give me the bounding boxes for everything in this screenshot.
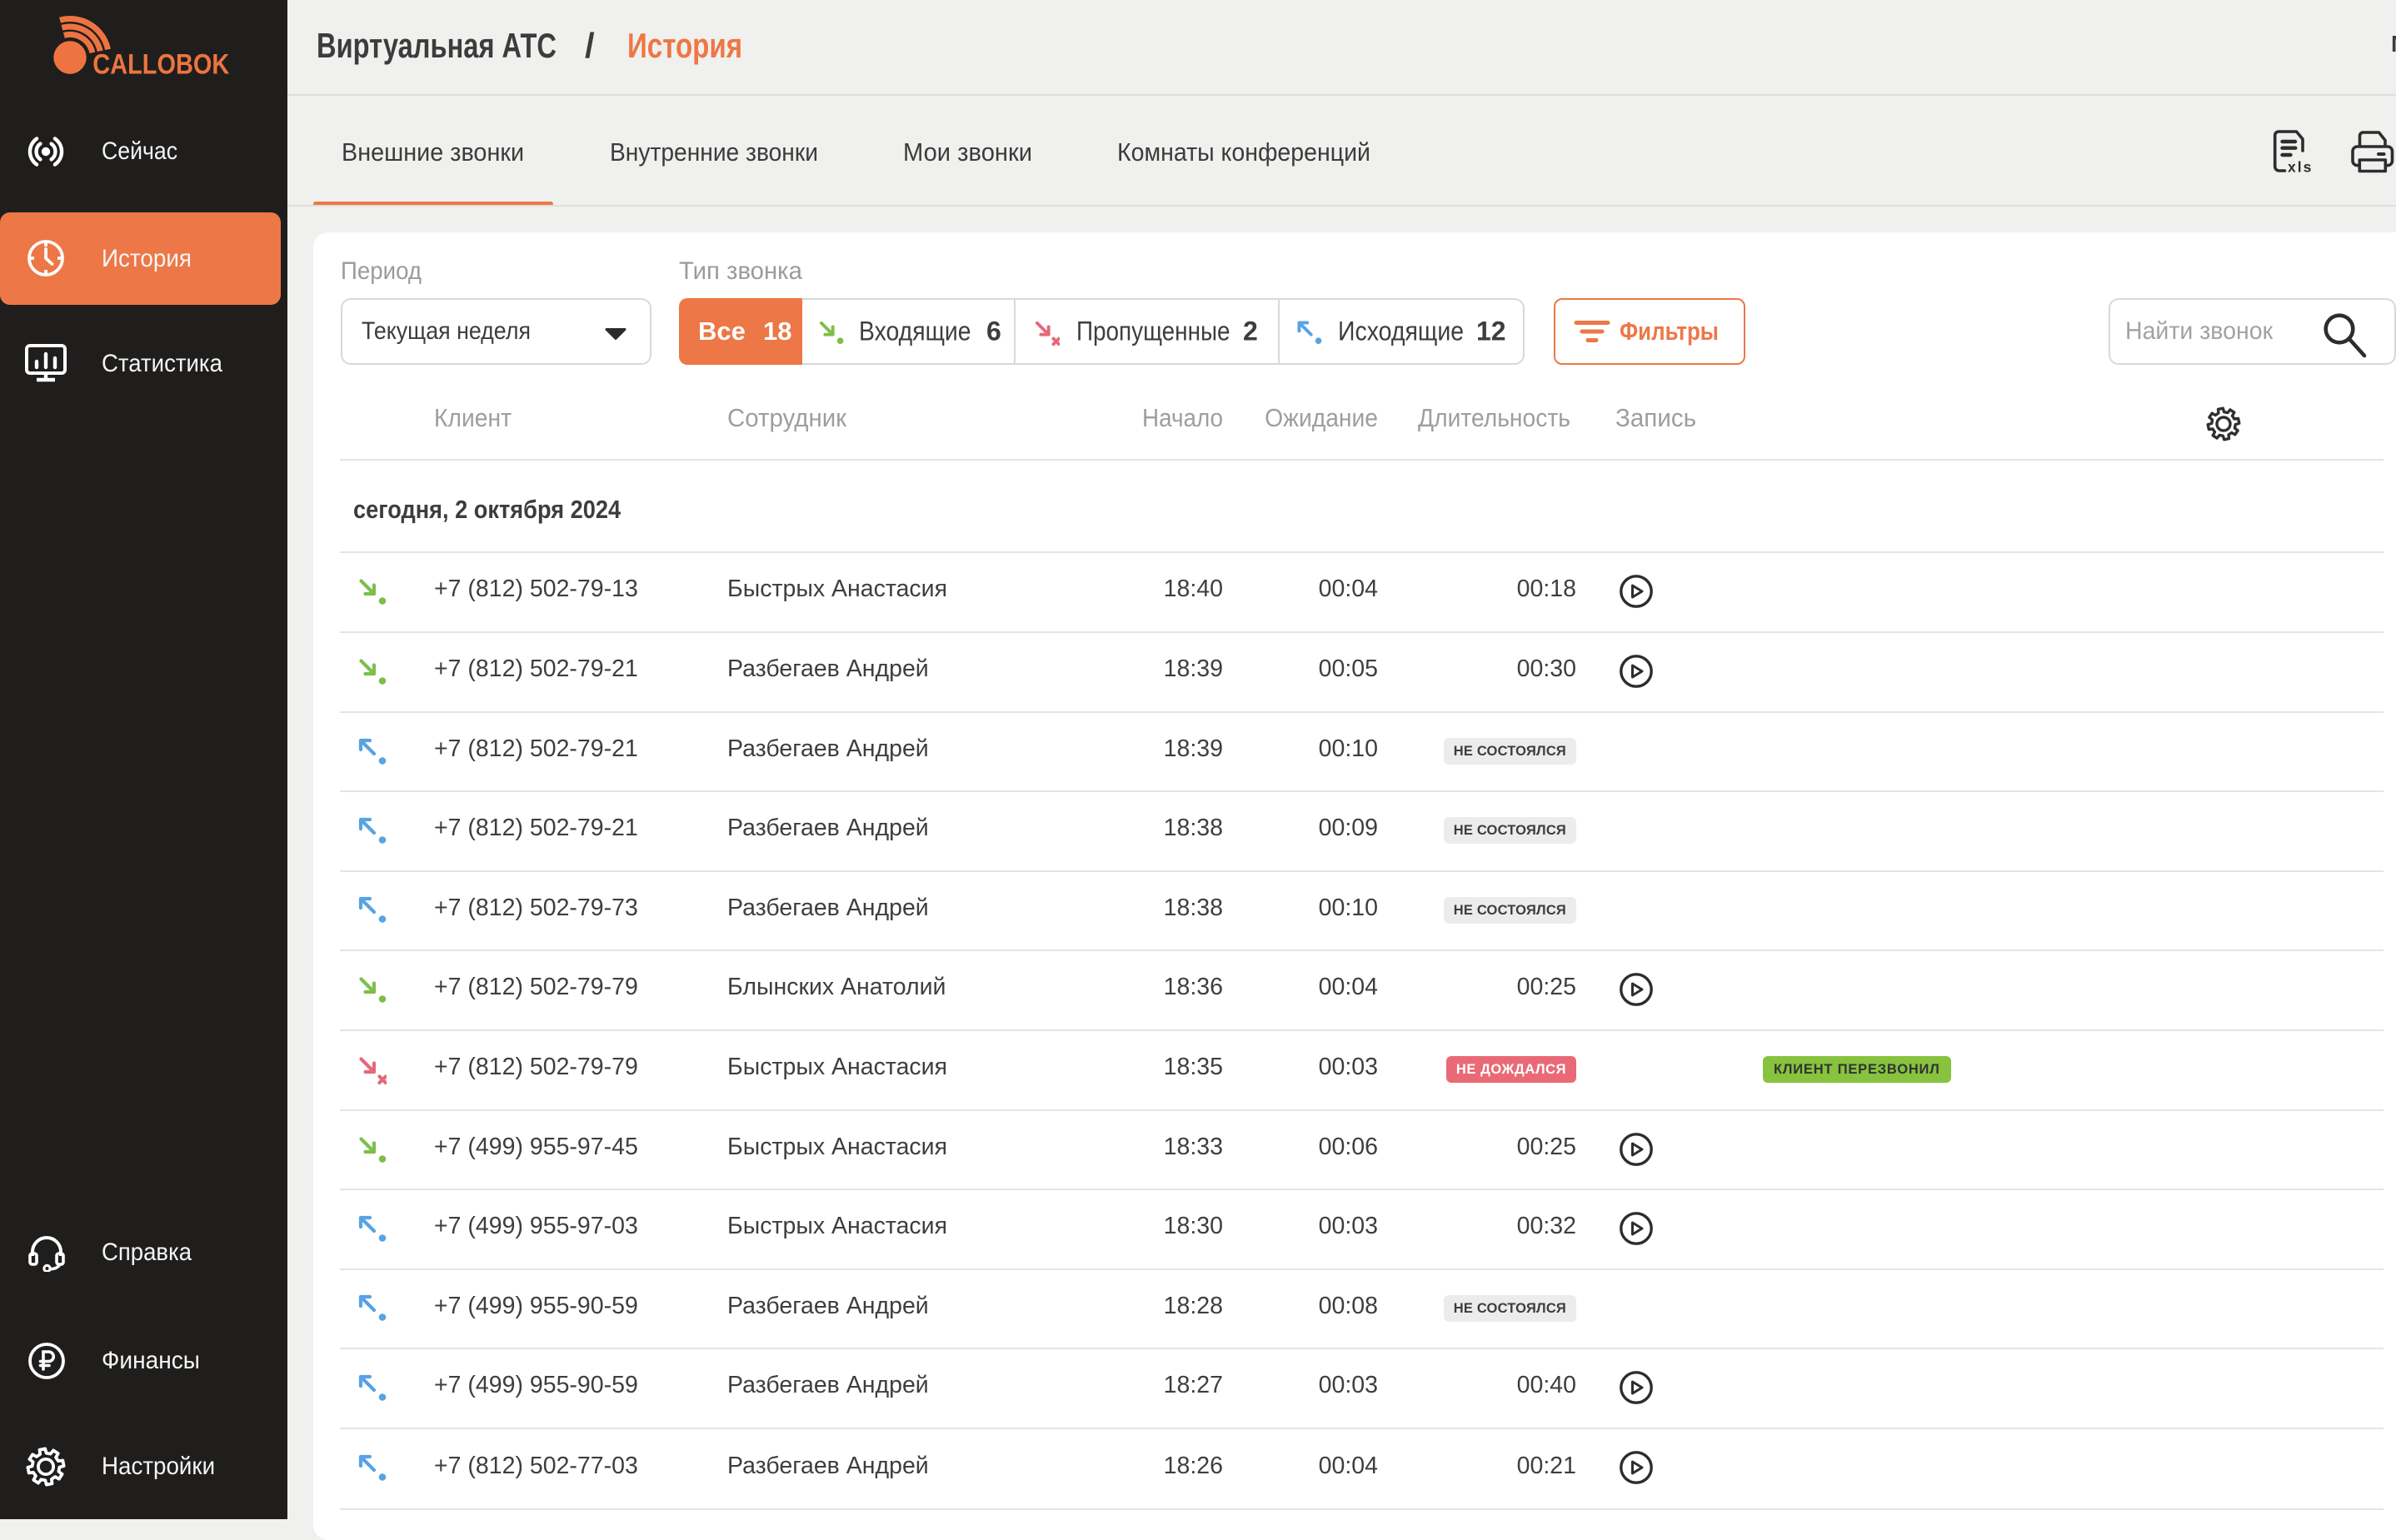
svg-text:xls: xls <box>2288 159 2313 176</box>
svg-text:CALLOBOK: CALLOBOK <box>92 49 229 80</box>
